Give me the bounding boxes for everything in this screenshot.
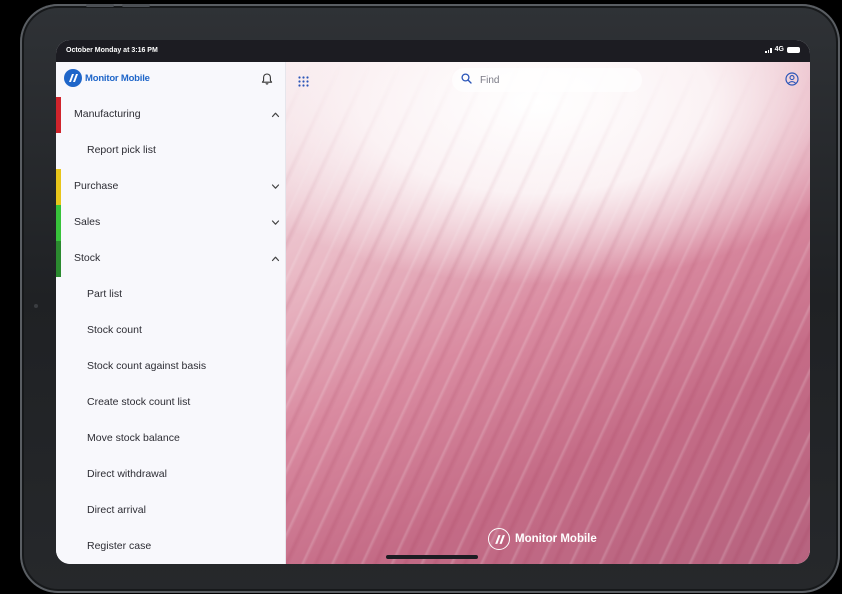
app-logo[interactable]: Monitor Mobile bbox=[64, 69, 150, 87]
sidebar-item-label: Manufacturing bbox=[74, 108, 141, 120]
signal-icon bbox=[765, 46, 772, 53]
sidebar-item-purchase[interactable]: Purchase bbox=[56, 169, 286, 205]
monitor-logo-icon bbox=[64, 69, 82, 87]
chevron-down-icon[interactable] bbox=[271, 182, 280, 191]
chevron-up-icon[interactable] bbox=[271, 254, 280, 263]
sidebar-item-label: Direct arrival bbox=[87, 504, 146, 516]
sidebar-item-label: Create stock count list bbox=[87, 396, 191, 408]
section-color-bar bbox=[56, 241, 61, 277]
search-bar[interactable] bbox=[452, 68, 642, 92]
main-area: Monitor Mobile bbox=[286, 62, 810, 564]
sidebar-item-manufacturing[interactable]: Manufacturing bbox=[56, 97, 286, 133]
sidebar-item-label: Direct withdrawal bbox=[87, 468, 167, 480]
profile-icon[interactable] bbox=[785, 72, 799, 86]
sidebar-header: Monitor Mobile bbox=[56, 62, 286, 97]
sidebar-item-label: Register case bbox=[87, 540, 152, 552]
status-indicators: 4G bbox=[765, 46, 800, 53]
sidebar: Monitor Mobile Manufacturing Report pick … bbox=[56, 62, 286, 564]
battery-icon bbox=[787, 46, 800, 53]
search-icon bbox=[461, 71, 472, 89]
background-light-streaks bbox=[286, 62, 810, 564]
sidebar-item-move-stock-balance[interactable]: Move stock balance bbox=[56, 421, 286, 457]
status-time: October Monday at 3:16 PM bbox=[66, 47, 158, 54]
volume-button bbox=[122, 4, 150, 7]
app-grid-icon[interactable] bbox=[298, 74, 309, 87]
sidebar-item-label: Stock count bbox=[87, 324, 142, 336]
watermark-logo: Monitor Mobile bbox=[488, 528, 597, 550]
watermark-text: Monitor Mobile bbox=[515, 533, 597, 545]
search-input[interactable] bbox=[480, 74, 620, 86]
sidebar-item-stock-count[interactable]: Stock count bbox=[56, 313, 286, 349]
section-color-bar bbox=[56, 169, 61, 205]
sidebar-item-stock-count-against-basis[interactable]: Stock count against basis bbox=[56, 349, 286, 385]
chevron-down-icon[interactable] bbox=[271, 218, 280, 227]
sidebar-item-label: Stock count against basis bbox=[87, 360, 207, 372]
sidebar-item-report-pick-list[interactable]: Report pick list bbox=[56, 133, 286, 169]
sidebar-item-create-stock-count-list[interactable]: Create stock count list bbox=[56, 385, 286, 421]
sidebar-item-direct-arrival[interactable]: Direct arrival bbox=[56, 493, 286, 529]
sidebar-item-label: Move stock balance bbox=[87, 432, 180, 444]
app-logo-text: Monitor Mobile bbox=[85, 72, 150, 84]
sidebar-item-direct-withdrawal[interactable]: Direct withdrawal bbox=[56, 457, 286, 493]
notification-bell-icon[interactable] bbox=[260, 72, 274, 86]
sidebar-item-part-list[interactable]: Part list bbox=[56, 277, 286, 313]
chevron-up-icon[interactable] bbox=[271, 110, 280, 119]
sidebar-item-register-case[interactable]: Register case bbox=[56, 529, 286, 564]
sidebar-item-label: Stock bbox=[74, 252, 101, 264]
sidebar-item-sales[interactable]: Sales bbox=[56, 205, 286, 241]
sidebar-item-label: Sales bbox=[74, 216, 101, 228]
volume-button bbox=[86, 4, 114, 7]
home-indicator[interactable] bbox=[386, 555, 478, 559]
sidebar-item-stock[interactable]: Stock bbox=[56, 241, 286, 277]
monitor-logo-icon bbox=[488, 528, 510, 550]
status-bar: October Monday at 3:16 PM 4G bbox=[56, 40, 810, 62]
tablet-screen: October Monday at 3:16 PM 4G Monitor Mob… bbox=[56, 40, 810, 564]
sidebar-item-label: Report pick list bbox=[87, 144, 156, 156]
sidebar-item-label: Purchase bbox=[74, 180, 119, 192]
camera-dot bbox=[34, 304, 38, 308]
network-label: 4G bbox=[774, 46, 784, 53]
top-toolbar bbox=[286, 62, 810, 96]
section-color-bar bbox=[56, 97, 61, 133]
section-color-bar bbox=[56, 205, 61, 241]
sidebar-item-label: Part list bbox=[87, 288, 123, 300]
